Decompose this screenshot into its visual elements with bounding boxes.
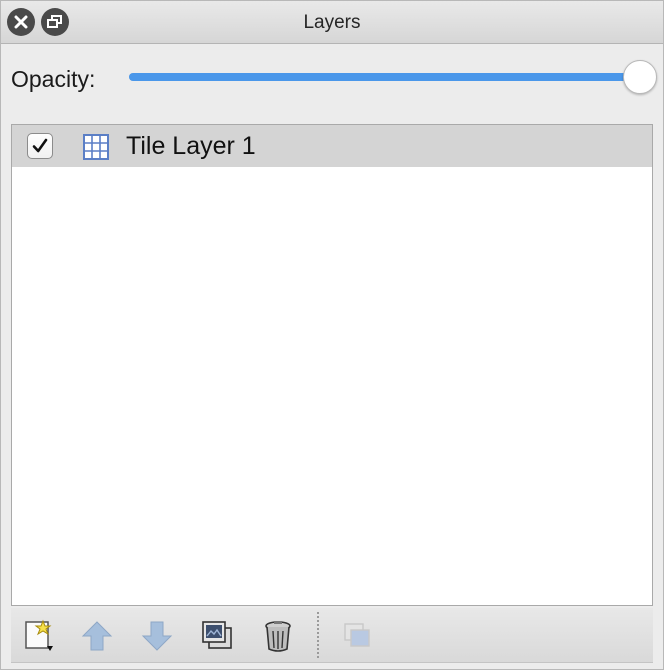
move-layer-up-button[interactable] — [79, 618, 115, 654]
duplicate-layer-icon — [202, 621, 232, 649]
opacity-slider-knob[interactable] — [623, 60, 657, 94]
tile-layer-icon — [83, 134, 109, 160]
checkmark-icon — [32, 138, 48, 153]
opacity-slider[interactable] — [129, 60, 657, 94]
title-bar: Layers — [1, 1, 663, 44]
arrow-down-icon — [141, 621, 173, 651]
move-layer-down-button[interactable] — [139, 618, 175, 654]
new-layer-icon — [25, 619, 53, 651]
layer-row[interactable]: Tile Layer 1 — [12, 125, 652, 167]
layers-panel: Layers Opacity: Tile Layer 1 — [0, 0, 664, 670]
layer-toolbar — [11, 608, 653, 663]
opacity-slider-fill — [129, 73, 639, 81]
toolbar-separator — [317, 612, 319, 658]
new-layer-button[interactable] — [21, 618, 57, 654]
layer-name[interactable]: Tile Layer 1 — [126, 132, 256, 161]
merge-layer-down-button[interactable] — [339, 618, 375, 654]
trash-icon — [265, 621, 291, 652]
duplicate-layer-button[interactable] — [199, 618, 235, 654]
merge-layers-icon — [344, 623, 370, 647]
opacity-row: Opacity: — [1, 44, 663, 112]
arrow-up-icon — [81, 621, 113, 651]
layer-list[interactable]: Tile Layer 1 — [11, 124, 653, 606]
window-title: Layers — [303, 12, 361, 33]
opacity-label: Opacity: — [11, 66, 96, 92]
layer-visibility-checkbox[interactable] — [27, 133, 53, 159]
delete-layer-button[interactable] — [260, 618, 296, 654]
